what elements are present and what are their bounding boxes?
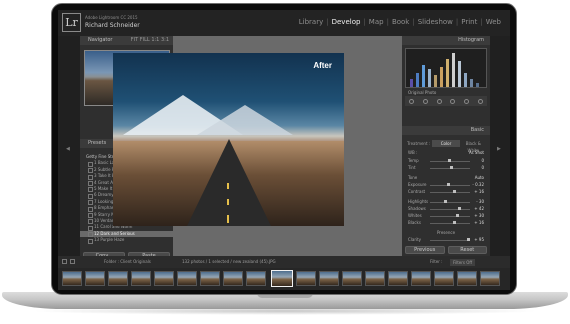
spot-removal-icon[interactable]: [422, 98, 428, 104]
laptop-frame: Lr Adobe Lightroom CC 2015 Richard Schne…: [0, 0, 570, 324]
right-edge[interactable]: ▶: [490, 36, 510, 256]
histogram-header[interactable]: Histogram: [402, 36, 490, 45]
basic-header[interactable]: Basic: [402, 126, 490, 135]
after-label: After: [313, 61, 332, 70]
film-thumb[interactable]: [342, 271, 362, 286]
tab-black-white[interactable]: Black & White: [460, 140, 487, 153]
collapse-left-icon[interactable]: ◀: [66, 146, 70, 152]
filmstrip: [58, 268, 510, 290]
treatment-label: Treatment :: [407, 141, 431, 146]
right-panel: Histogram Original Photo Basic Treatment…: [402, 36, 490, 256]
whites-row[interactable]: Whites + 30: [408, 213, 484, 219]
presence-label: Presence: [436, 230, 456, 235]
app-name: Adobe Lightroom CC 2015: [85, 15, 138, 20]
shadows-row[interactable]: Shadows + 42: [408, 206, 484, 212]
histogram-graph: [405, 48, 487, 88]
lr-logo: Lr: [62, 13, 81, 32]
module-map[interactable]: Map: [366, 18, 387, 26]
film-thumb[interactable]: [457, 271, 477, 286]
film-thumb[interactable]: [108, 271, 128, 286]
film-thumb[interactable]: [223, 271, 243, 286]
previous-button[interactable]: Previous: [405, 246, 445, 254]
treatment-tabs: Treatment : Color Black & White: [405, 140, 487, 153]
module-book[interactable]: Book: [389, 18, 412, 26]
module-print[interactable]: Print: [458, 18, 480, 26]
temp-row[interactable]: Temp 0: [408, 158, 484, 164]
red-eye-icon[interactable]: [436, 98, 442, 104]
tone-row[interactable]: Tone Auto: [408, 175, 484, 181]
module-web[interactable]: Web: [483, 18, 504, 26]
crop-tool-icon[interactable]: [409, 98, 415, 104]
filter-label: Filter :: [430, 259, 443, 264]
film-thumb[interactable]: [154, 271, 174, 286]
photo-count[interactable]: 132 photos / 1 selected / new zealand (4…: [182, 256, 276, 268]
film-thumb[interactable]: [319, 271, 339, 286]
film-thumb[interactable]: [411, 271, 431, 286]
histogram-title: Histogram: [458, 37, 484, 43]
navigator-zoom[interactable]: FIT FILL 1:1 3:1: [131, 36, 169, 45]
navigator-title: Navigator: [88, 37, 113, 43]
left-edge[interactable]: ◀: [58, 36, 80, 256]
graduated-filter-icon[interactable]: [450, 98, 456, 104]
film-thumb-selected[interactable]: [271, 270, 293, 287]
presets-title: Presets: [88, 140, 107, 146]
preset-item[interactable]: 13 Purple Haze: [80, 237, 173, 245]
window-2-icon[interactable]: [70, 259, 75, 264]
reset-button[interactable]: Reset: [447, 246, 487, 254]
brush-icon[interactable]: [477, 98, 483, 104]
navigator-header[interactable]: Navigator FIT FILL 1:1 3:1: [80, 36, 173, 45]
folder-path[interactable]: Folder : Client Originals: [104, 256, 151, 268]
lightroom-window: Lr Adobe Lightroom CC 2015 Richard Schne…: [58, 10, 510, 290]
film-thumb[interactable]: [131, 271, 151, 286]
film-thumb[interactable]: [388, 271, 408, 286]
clarity-row[interactable]: Clarity + 95: [408, 237, 484, 243]
main-photo[interactable]: After: [113, 53, 344, 226]
film-thumb[interactable]: [200, 271, 220, 286]
tool-strip: [405, 96, 487, 106]
filter-dropdown[interactable]: Filters Off: [450, 258, 476, 266]
film-thumb[interactable]: [365, 271, 385, 286]
film-thumb[interactable]: [434, 271, 454, 286]
module-library[interactable]: Library: [296, 18, 326, 26]
module-develop[interactable]: Develop: [329, 18, 364, 26]
contrast-row[interactable]: Contrast + 16: [408, 189, 484, 195]
module-picker: Library | Develop | Map | Book | Slideshow | …: [296, 18, 504, 26]
user-name: Richard Schneider: [85, 22, 140, 29]
highlights-row[interactable]: Highlights - 30: [408, 199, 484, 205]
film-thumb[interactable]: [246, 271, 266, 286]
film-thumb[interactable]: [296, 271, 316, 286]
radial-filter-icon[interactable]: [463, 98, 469, 104]
tab-color[interactable]: Color: [432, 140, 460, 147]
identity-plate: Lr Adobe Lightroom CC 2015 Richard Schne…: [58, 10, 510, 36]
collapse-right-icon[interactable]: ▶: [497, 146, 501, 152]
film-thumb[interactable]: [85, 271, 105, 286]
module-slideshow[interactable]: Slideshow: [415, 18, 456, 26]
blacks-row[interactable]: Blacks + 16: [408, 220, 484, 226]
film-thumb[interactable]: [480, 271, 500, 286]
wb-row[interactable]: WB : As Shot: [408, 150, 484, 156]
film-thumb[interactable]: [177, 271, 197, 286]
window-1-icon[interactable]: [62, 259, 67, 264]
film-thumb[interactable]: [62, 271, 82, 286]
exposure-row[interactable]: Exposure - 0.32: [408, 182, 484, 188]
tint-row[interactable]: Tint 0: [408, 165, 484, 171]
filmstrip-bar: Folder : Client Originals 132 photos / 1…: [58, 256, 510, 268]
basic-title: Basic: [470, 127, 484, 133]
